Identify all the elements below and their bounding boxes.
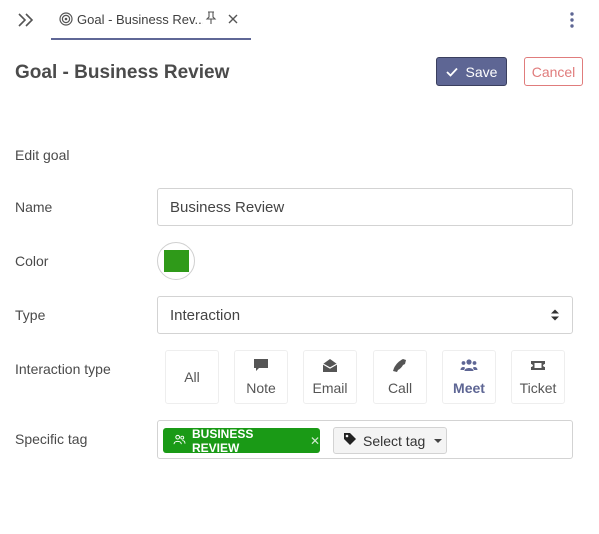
type-label: Type <box>15 307 46 323</box>
sort-arrows-icon <box>550 308 560 322</box>
interaction-type-label: Interaction type <box>15 361 111 377</box>
tag-chip: BUSINESS REVIEW ✕ <box>163 426 320 455</box>
section-title: Edit goal <box>15 147 70 163</box>
users-icon <box>460 358 478 376</box>
type-select[interactable]: Interaction <box>157 296 573 334</box>
interaction-type-call[interactable]: Call <box>373 350 427 404</box>
interaction-type-label: Meet <box>453 380 485 396</box>
close-icon[interactable] <box>227 12 239 24</box>
target-icon <box>59 12 73 26</box>
interaction-type-label: Note <box>246 380 276 396</box>
specific-tag-label: Specific tag <box>15 431 88 447</box>
save-label: Save <box>465 63 498 80</box>
color-label: Color <box>15 253 49 269</box>
select-tag-label: Select tag <box>363 432 426 449</box>
interaction-type-label: Call <box>387 380 413 396</box>
interaction-type-label: Email <box>312 380 348 396</box>
name-label: Name <box>15 199 53 215</box>
users-icon <box>173 434 186 448</box>
expand-sidebar-icon[interactable] <box>16 11 36 29</box>
interaction-type-label: All <box>184 369 200 385</box>
interaction-type-label: Ticket <box>519 380 557 396</box>
tab-title: Goal - Business Rev... <box>77 12 203 27</box>
remove-tag-icon[interactable]: ✕ <box>310 434 320 448</box>
interaction-type-email[interactable]: Email <box>303 350 357 404</box>
name-input[interactable] <box>157 188 573 226</box>
phone-icon <box>392 358 408 376</box>
select-tag-dropdown[interactable]: Select tag <box>333 427 447 454</box>
color-picker[interactable] <box>157 242 195 280</box>
pin-icon[interactable] <box>205 11 217 25</box>
check-icon <box>445 64 458 80</box>
tag-icon <box>343 432 357 449</box>
envelope-open-icon <box>322 358 338 376</box>
comment-icon <box>253 358 269 376</box>
tag-chip-label: BUSINESS REVIEW <box>192 426 254 455</box>
color-swatch <box>163 250 189 272</box>
page-title: Goal - Business Review <box>15 62 230 83</box>
save-button[interactable]: Save <box>436 57 507 86</box>
ticket-icon <box>530 358 546 376</box>
tab-goal[interactable]: Goal - Business Rev... <box>51 0 251 40</box>
caret-down-icon <box>434 438 443 443</box>
interaction-type-ticket[interactable]: Ticket <box>511 350 565 404</box>
type-select-value: Interaction <box>170 306 241 324</box>
more-options-icon[interactable] <box>566 11 578 29</box>
interaction-type-note[interactable]: Note <box>234 350 288 404</box>
tab-bar: Goal - Business Rev... <box>0 0 599 40</box>
cancel-button[interactable]: Cancel <box>524 57 583 86</box>
interaction-type-meet[interactable]: Meet <box>442 350 496 404</box>
interaction-type-all[interactable]: All <box>165 350 219 404</box>
tag-field[interactable]: BUSINESS REVIEW ✕ Select tag <box>157 420 573 459</box>
